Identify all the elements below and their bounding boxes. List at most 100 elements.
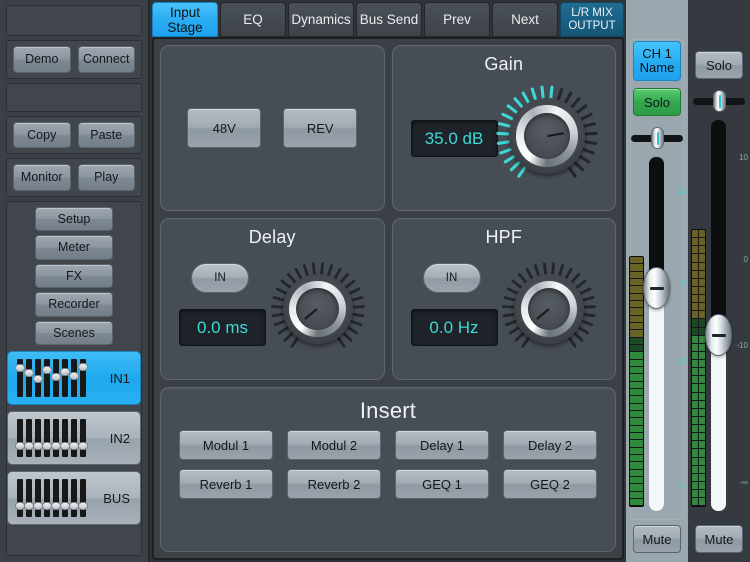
gain-value-display: 35.0 dB — [410, 120, 498, 157]
meter-segment — [699, 238, 705, 246]
meter-segment — [699, 408, 705, 416]
channel-solo-button[interactable]: Solo — [633, 88, 681, 116]
sidebar-item-fx[interactable]: FX — [35, 263, 113, 288]
fader-thumb — [78, 442, 88, 451]
meter-segment — [699, 360, 705, 368]
meter-segment — [692, 441, 698, 449]
fader-strip — [15, 359, 25, 397]
tab-eq[interactable]: EQ — [220, 2, 286, 37]
sidebar-item-recorder[interactable]: Recorder — [35, 292, 113, 317]
fader-thumb — [78, 502, 88, 511]
lr-level-meter — [691, 229, 706, 507]
meter-segment — [692, 343, 698, 351]
polarity-rev-button[interactable]: REV — [283, 108, 358, 148]
sidebar-item-setup[interactable]: Setup — [35, 206, 113, 231]
tab-bus-send[interactable]: Bus Send — [356, 2, 422, 37]
lr-mute-button[interactable]: Mute — [695, 525, 743, 553]
scale-label: 0 — [681, 279, 686, 289]
meter-segment — [630, 344, 643, 352]
insert-reverb-1-button[interactable]: Reverb 1 — [179, 469, 273, 499]
meter-segment — [630, 418, 643, 425]
delay-knob[interactable] — [268, 259, 368, 359]
balance-thumb[interactable] — [713, 90, 726, 112]
play-button[interactable]: Play — [77, 164, 135, 191]
sidebar-item-scenes[interactable]: Scenes — [35, 320, 113, 345]
fader-thumb — [51, 372, 61, 381]
fader-strip — [51, 419, 61, 457]
insert-reverb-2-button[interactable]: Reverb 2 — [287, 469, 381, 499]
meter-segment — [692, 246, 698, 254]
sidebar-bank-in1[interactable]: IN1 — [7, 351, 141, 405]
fader-strip — [42, 479, 52, 517]
insert-geq-1-button[interactable]: GEQ 1 — [395, 469, 489, 499]
meter-segment — [692, 360, 698, 368]
lr-balance-slider[interactable] — [693, 88, 745, 114]
delay-in-button[interactable]: IN — [191, 263, 249, 293]
meter-segment — [699, 351, 705, 359]
meter-segment — [692, 278, 698, 286]
tab-next[interactable]: Next — [492, 2, 558, 37]
meter-segment — [692, 327, 698, 335]
meter-segment — [692, 230, 698, 238]
meter-segment — [692, 262, 698, 270]
insert-delay-2-button[interactable]: Delay 2 — [503, 430, 597, 460]
paste-button[interactable]: Paste — [77, 121, 135, 148]
channel-fader-track[interactable] — [649, 157, 664, 511]
demo-button[interactable]: Demo — [13, 46, 71, 73]
sidebar-item-meter[interactable]: Meter — [35, 235, 113, 260]
fader-strip — [51, 479, 61, 517]
meter-segment — [630, 359, 643, 366]
gain-knob[interactable] — [493, 82, 601, 190]
channel-strip-ch1: CH 1 Name Solo 10 0 -10 -∞ Mute — [626, 0, 688, 562]
insert-row-2: Reverb 1 Reverb 2 GEQ 1 GEQ 2 — [179, 469, 597, 499]
monitor-button[interactable]: Monitor — [13, 164, 71, 191]
sidebar-group-connection: Demo Connect — [6, 40, 142, 79]
hpf-in-button[interactable]: IN — [422, 263, 481, 293]
delay-panel: Delay IN 0.0 ms — [160, 218, 385, 380]
meter-segment — [692, 481, 698, 489]
tab-dynamics[interactable]: Dynamics — [288, 2, 354, 37]
lr-fader-thumb[interactable] — [705, 314, 732, 357]
sidebar-bank-bus[interactable]: BUS — [7, 471, 141, 525]
meter-segment — [630, 322, 643, 330]
connect-button[interactable]: Connect — [77, 46, 135, 73]
insert-delay-1-button[interactable]: Delay 1 — [395, 430, 489, 460]
meter-segment — [699, 465, 705, 473]
tab-lr-mix-output[interactable]: L/R MIX OUTPUT — [560, 2, 624, 37]
tab-prev[interactable]: Prev — [424, 2, 490, 37]
channel-meter-zone: 10 0 -10 -∞ — [626, 157, 688, 525]
channel-pan-slider[interactable] — [631, 125, 683, 151]
pan-thumb[interactable] — [651, 127, 664, 149]
channel-fader-thumb[interactable] — [643, 266, 670, 309]
fader-filled — [711, 335, 726, 511]
fader-strip — [78, 419, 88, 457]
fader-strip — [78, 479, 88, 517]
fader-bank-icon — [15, 359, 88, 397]
tab-input-stage[interactable]: Input Stage — [152, 2, 218, 37]
scale-label: -10 — [674, 357, 686, 366]
channel-mute-button[interactable]: Mute — [633, 525, 681, 553]
delay-panel-title: Delay — [248, 227, 296, 247]
meter-segment — [699, 384, 705, 392]
sidebar-group-blank-mid — [6, 82, 142, 112]
copy-button[interactable]: Copy — [13, 121, 71, 148]
scale-label: 0 — [743, 254, 748, 264]
phantom-48v-button[interactable]: 48V — [187, 108, 262, 148]
hpf-panel: HPF IN 0.0 Hz — [391, 218, 616, 380]
fader-strip — [69, 479, 79, 517]
lr-solo-button[interactable]: Solo — [695, 51, 743, 79]
insert-modul-1-button[interactable]: Modul 1 — [179, 430, 273, 460]
meter-segment — [630, 315, 643, 322]
fader-strip — [78, 359, 88, 397]
fader-filled — [649, 287, 664, 511]
meter-segment — [630, 352, 643, 359]
meter-segment — [692, 351, 698, 359]
insert-geq-2-button[interactable]: GEQ 2 — [503, 469, 597, 499]
meter-segment — [692, 490, 698, 498]
meter-segment — [699, 433, 705, 441]
channel-name-button[interactable]: CH 1 Name — [633, 41, 681, 81]
sidebar-bank-in2[interactable]: IN2 — [7, 411, 141, 465]
insert-modul-2-button[interactable]: Modul 2 — [287, 430, 381, 460]
hpf-knob[interactable] — [499, 259, 599, 359]
lr-meter-zone: 10 0 -10 -∞ — [688, 120, 750, 525]
